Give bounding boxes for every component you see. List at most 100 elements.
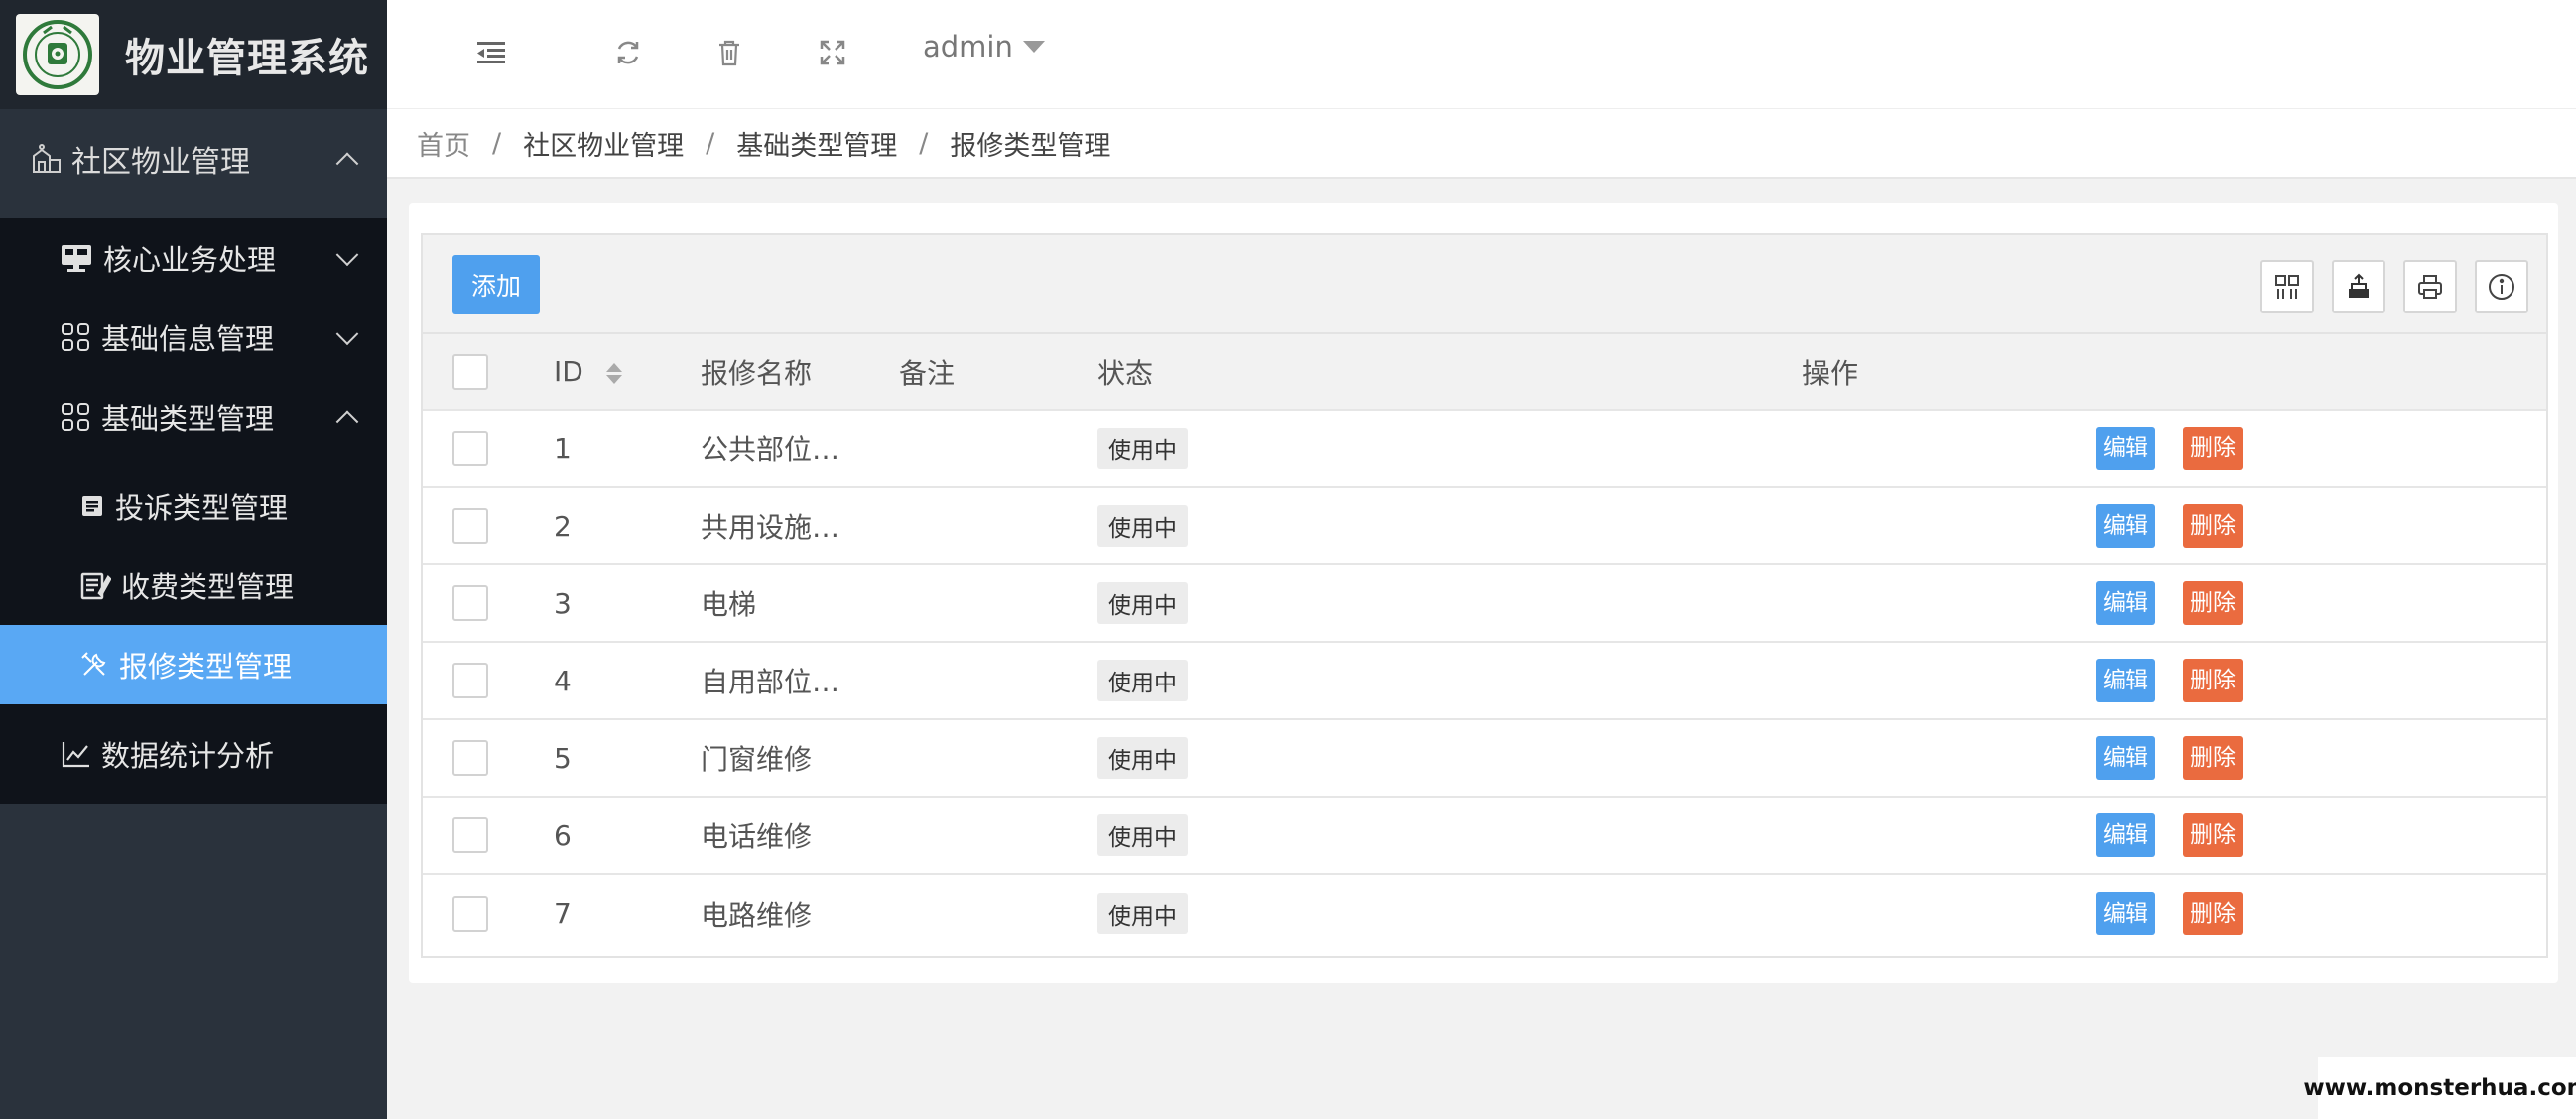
edit-button[interactable]: 编辑 [2096, 736, 2155, 780]
cell-actions: 编辑 删除 [1792, 719, 2546, 797]
cell-remark [899, 719, 1097, 797]
row-checkbox[interactable] [452, 740, 488, 776]
row-actions: 编辑 删除 [1792, 659, 2546, 702]
columns-icon [2273, 273, 2301, 301]
row-actions: 编辑 删除 [1792, 736, 2546, 780]
status-badge: 使用中 [1097, 814, 1188, 856]
edit-button[interactable]: 编辑 [2096, 427, 2155, 470]
edit-button[interactable]: 编辑 [2096, 504, 2155, 548]
print-button[interactable] [2403, 260, 2457, 313]
cell-id: 3 [554, 586, 572, 620]
collapse-menu-icon[interactable] [474, 36, 508, 69]
info-icon [2487, 272, 2516, 302]
username-label: admin [923, 30, 1013, 63]
sidebar-item-community[interactable]: 社区物业管理 [0, 109, 387, 208]
chevron-down-icon [335, 243, 359, 267]
add-button[interactable]: 添加 [452, 255, 540, 314]
breadcrumb-item[interactable]: 基础类型管理 [736, 124, 897, 163]
select-all-checkbox[interactable] [452, 353, 488, 390]
breadcrumb-separator: / [492, 127, 502, 159]
cell-name: 电梯 [701, 588, 757, 621]
sidebar-item-statistics[interactable]: 数据统计分析 [0, 704, 387, 804]
sidebar-item-complaint-types[interactable]: 投诉类型管理 [0, 466, 387, 546]
sidebar-item-basic-types[interactable]: 基础类型管理 [0, 377, 387, 456]
column-header-name: 报修名称 [701, 356, 813, 390]
delete-button[interactable]: 删除 [2183, 581, 2243, 625]
status-badge: 使用中 [1097, 660, 1188, 701]
sidebar-item-core-business[interactable]: 核心业务处理 [0, 218, 387, 298]
delete-button[interactable]: 删除 [2183, 659, 2243, 702]
user-menu[interactable]: admin [923, 30, 1045, 63]
table-panel: 添加 ID 报修名称 备注 状态 操作 1 公共部位… 使用中 编辑 删除 2 … [421, 233, 2548, 958]
refresh-icon[interactable] [611, 36, 645, 69]
sidebar-submenu: 核心业务处理 基础信息管理 基础类型管理 投诉类型管理 收费类型管理 报修类型管… [0, 218, 387, 804]
cell-actions: 编辑 删除 [1792, 410, 2546, 487]
chevron-up-icon [335, 410, 359, 434]
edit-document-icon [79, 569, 111, 601]
row-checkbox[interactable] [452, 663, 488, 698]
cell-id: 1 [554, 432, 572, 465]
sidebar: 物业管理系统 社区物业管理 核心业务处理 基础信息管理 基础类型管理 投诉类型管… [0, 0, 387, 1119]
breadcrumb-home[interactable]: 首页 [417, 124, 470, 163]
column-header-id[interactable]: ID [542, 334, 701, 410]
sidebar-item-label: 数据统计分析 [101, 739, 275, 773]
university-logo [16, 14, 99, 95]
cell-name: 公共部位… [701, 434, 840, 466]
fullscreen-icon[interactable] [816, 36, 849, 69]
edit-button[interactable]: 编辑 [2096, 891, 2155, 935]
row-checkbox[interactable] [452, 431, 488, 466]
table-toolbar: 添加 [423, 235, 2546, 334]
delete-button[interactable]: 删除 [2183, 504, 2243, 548]
column-filter-button[interactable] [2260, 260, 2314, 313]
delete-button[interactable]: 删除 [2183, 736, 2243, 780]
status-badge: 使用中 [1097, 582, 1188, 624]
sidebar-item-repair-types[interactable]: 报修类型管理 [0, 625, 387, 704]
delete-button[interactable]: 删除 [2183, 891, 2243, 935]
status-badge: 使用中 [1097, 892, 1188, 934]
cell-remark [899, 564, 1097, 642]
sidebar-item-label: 基础信息管理 [101, 322, 275, 356]
breadcrumb-current: 报修类型管理 [950, 130, 1111, 162]
brand-header: 物业管理系统 [0, 0, 387, 109]
monitor-icon [60, 241, 93, 275]
breadcrumb: 首页 / 社区物业管理 / 基础类型管理 / 报修类型管理 [387, 109, 2576, 179]
row-actions: 编辑 删除 [1792, 891, 2546, 935]
row-actions: 编辑 删除 [1792, 427, 2546, 470]
row-checkbox[interactable] [452, 895, 488, 932]
column-header-remark: 备注 [899, 356, 956, 390]
export-button[interactable] [2332, 260, 2385, 313]
sidebar-item-fee-types[interactable]: 收费类型管理 [0, 546, 387, 625]
info-button[interactable] [2475, 260, 2528, 313]
sidebar-item-label: 社区物业管理 [71, 145, 250, 180]
building-icon [30, 142, 64, 176]
edit-button[interactable]: 编辑 [2096, 581, 2155, 625]
trash-icon[interactable] [712, 36, 746, 69]
delete-button[interactable]: 删除 [2183, 813, 2243, 857]
table-row: 1 公共部位… 使用中 编辑 删除 [423, 410, 2546, 487]
sidebar-item-basic-info[interactable]: 基础信息管理 [0, 298, 387, 377]
sort-icon[interactable] [605, 362, 622, 384]
cell-id: 4 [554, 664, 572, 697]
grid-icon [60, 321, 91, 353]
delete-button[interactable]: 删除 [2183, 427, 2243, 470]
cell-actions: 编辑 删除 [1792, 874, 2546, 951]
edit-button[interactable]: 编辑 [2096, 659, 2155, 702]
row-checkbox[interactable] [452, 508, 488, 544]
badge-icon [79, 493, 105, 519]
table-row: 6 电话维修 使用中 编辑 删除 [423, 797, 2546, 874]
row-checkbox[interactable] [452, 817, 488, 853]
table-row: 2 共用设施… 使用中 编辑 删除 [423, 487, 2546, 564]
print-icon [2416, 273, 2444, 301]
row-actions: 编辑 删除 [1792, 504, 2546, 548]
tools-icon [79, 650, 109, 680]
cell-name: 共用设施… [701, 511, 840, 544]
breadcrumb-item[interactable]: 社区物业管理 [523, 124, 684, 163]
row-checkbox[interactable] [452, 585, 488, 621]
column-header-ops: 操作 [1802, 356, 1859, 390]
cell-actions: 编辑 删除 [1792, 564, 2546, 642]
edit-button[interactable]: 编辑 [2096, 813, 2155, 857]
watermark: www.monsterhua.com [2303, 1057, 2576, 1119]
cell-remark [899, 642, 1097, 719]
status-badge: 使用中 [1097, 737, 1188, 779]
cell-name: 电路维修 [701, 898, 813, 932]
